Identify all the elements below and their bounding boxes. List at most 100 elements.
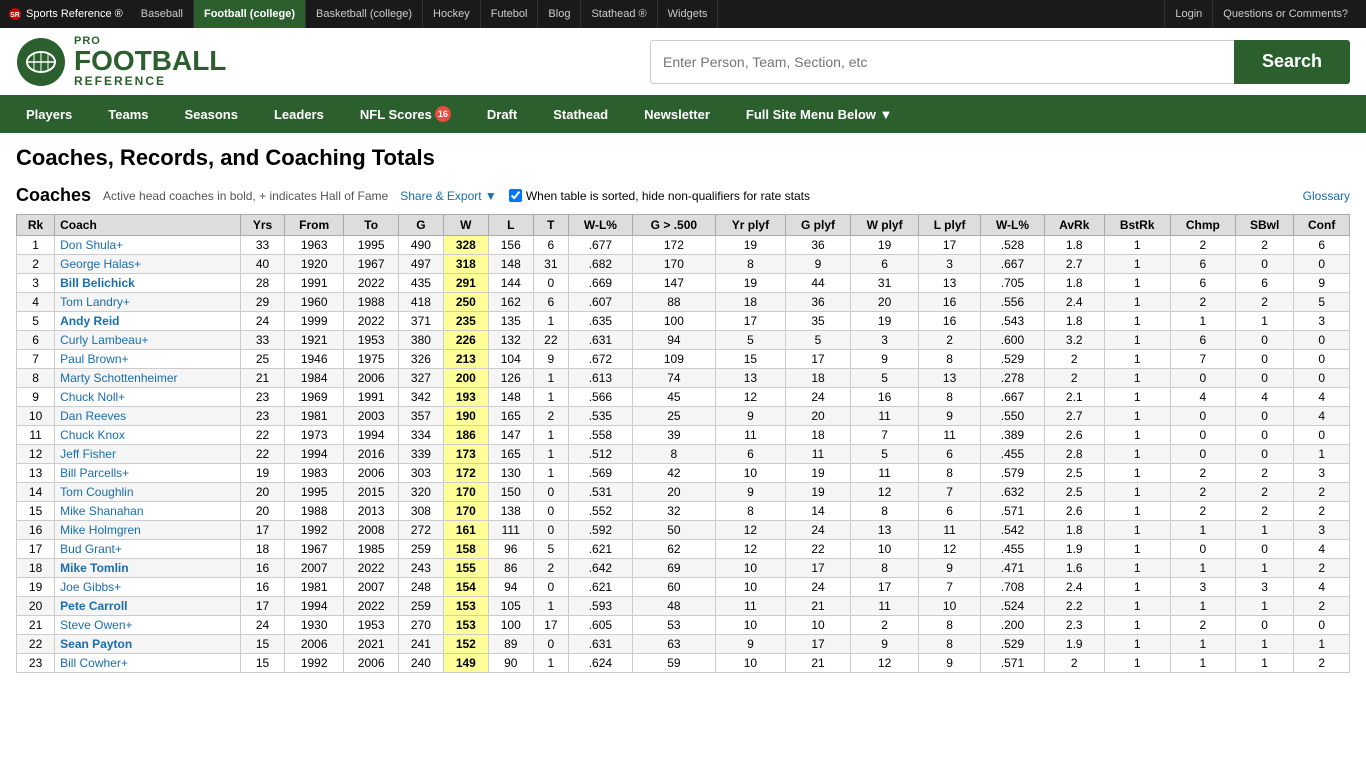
cell-w: 173 <box>443 445 488 464</box>
glossary-link[interactable]: Glossary <box>1303 189 1350 203</box>
coach-link[interactable]: George Halas+ <box>60 257 141 271</box>
main-nav-stathead[interactable]: Stathead <box>535 95 626 133</box>
col-chmp[interactable]: Chmp <box>1170 215 1235 236</box>
coach-link[interactable]: Chuck Noll+ <box>60 390 125 404</box>
cell-w: 170 <box>443 483 488 502</box>
col-g[interactable]: G <box>398 215 443 236</box>
cell-from: 1930 <box>285 616 344 635</box>
coach-link[interactable]: Dan Reeves <box>60 409 126 423</box>
share-export-button[interactable]: Share & Export ▼ <box>400 189 497 203</box>
col-from[interactable]: From <box>285 215 344 236</box>
col-avrk[interactable]: AvRk <box>1044 215 1104 236</box>
cell-avrk: 2.6 <box>1044 502 1104 521</box>
col-wlpct[interactable]: W-L% <box>568 215 632 236</box>
top-nav-basketball-college[interactable]: Basketball (college) <box>306 0 423 28</box>
col-rk[interactable]: Rk <box>17 215 55 236</box>
main-nav-newsletter[interactable]: Newsletter <box>626 95 728 133</box>
table-row: 4 Tom Landry+ 29 1960 1988 418 250 162 6… <box>17 293 1350 312</box>
top-nav-stathead[interactable]: Stathead ® <box>581 0 657 28</box>
cell-yrplyf: 9 <box>715 635 785 654</box>
table-row: 9 Chuck Noll+ 23 1969 1991 342 193 148 1… <box>17 388 1350 407</box>
coach-link[interactable]: Chuck Knox <box>60 428 125 442</box>
cell-gplyf: 20 <box>785 407 850 426</box>
top-nav-questions[interactable]: Questions or Comments? <box>1212 0 1358 28</box>
coaches-section-header: Coaches Active head coaches in bold, + i… <box>16 185 1350 206</box>
coach-link[interactable]: Andy Reid <box>60 314 119 328</box>
coach-link[interactable]: Marty Schottenheimer <box>60 371 177 385</box>
brand-link[interactable]: SR Sports Reference ® <box>8 7 123 21</box>
coach-link[interactable]: Don Shula+ <box>60 238 123 252</box>
hide-nonqualifiers-label: When table is sorted, hide non-qualifier… <box>526 189 810 203</box>
col-to[interactable]: To <box>344 215 399 236</box>
cell-conf: 4 <box>1294 578 1350 597</box>
coach-link[interactable]: Tom Landry+ <box>60 295 130 309</box>
cell-w: 213 <box>443 350 488 369</box>
top-nav-blog[interactable]: Blog <box>538 0 581 28</box>
top-nav-login[interactable]: Login <box>1164 0 1212 28</box>
col-yrplyf[interactable]: Yr plyf <box>715 215 785 236</box>
coach-link[interactable]: Joe Gibbs+ <box>60 580 121 594</box>
coach-link[interactable]: Bill Belichick <box>60 276 135 290</box>
cell-wlpct: .635 <box>568 312 632 331</box>
col-conf[interactable]: Conf <box>1294 215 1350 236</box>
col-yrs[interactable]: Yrs <box>241 215 285 236</box>
top-nav-futebol[interactable]: Futebol <box>481 0 539 28</box>
coach-link[interactable]: Pete Carroll <box>60 599 127 613</box>
top-nav-hockey[interactable]: Hockey <box>423 0 481 28</box>
table-row: 11 Chuck Knox 22 1973 1994 334 186 147 1… <box>17 426 1350 445</box>
coach-link[interactable]: Tom Coughlin <box>60 485 133 499</box>
coach-link[interactable]: Bill Parcells+ <box>60 466 129 480</box>
cell-g: 342 <box>398 388 443 407</box>
col-wplyf[interactable]: W plyf <box>851 215 919 236</box>
col-lplyf[interactable]: L plyf <box>919 215 981 236</box>
col-coach[interactable]: Coach <box>55 215 241 236</box>
main-nav-leaders[interactable]: Leaders <box>256 95 342 133</box>
hide-nonqualifiers-checkbox[interactable] <box>509 189 522 202</box>
main-nav-site-menu[interactable]: Full Site Menu Below ▼ <box>728 95 911 133</box>
col-plyfwlpct[interactable]: W-L% <box>981 215 1045 236</box>
coach-link[interactable]: Bill Cowher+ <box>60 656 128 670</box>
col-gplyf[interactable]: G plyf <box>785 215 850 236</box>
logo-area[interactable]: PRO FOOTBALL REFERENCE <box>16 36 226 87</box>
coach-link[interactable]: Paul Brown+ <box>60 352 128 366</box>
coach-link[interactable]: Mike Tomlin <box>60 561 128 575</box>
main-nav-players[interactable]: Players <box>8 95 90 133</box>
top-nav-baseball[interactable]: Baseball <box>131 0 194 28</box>
cell-g: 490 <box>398 236 443 255</box>
coach-link[interactable]: Jeff Fisher <box>60 447 116 461</box>
cell-plyfwlpct: .200 <box>981 616 1045 635</box>
coach-link[interactable]: Mike Holmgren <box>60 523 141 537</box>
coach-link[interactable]: Bud Grant+ <box>60 542 122 556</box>
cell-plyfwlpct: .543 <box>981 312 1045 331</box>
cell-l: 156 <box>488 236 533 255</box>
coach-link[interactable]: Curly Lambeau+ <box>60 333 148 347</box>
coach-link[interactable]: Steve Owen+ <box>60 618 132 632</box>
cell-chmp: 2 <box>1170 464 1235 483</box>
cell-rk: 8 <box>17 369 55 388</box>
cell-yrplyf: 11 <box>715 426 785 445</box>
cell-chmp: 0 <box>1170 407 1235 426</box>
col-w[interactable]: W <box>443 215 488 236</box>
col-t[interactable]: T <box>533 215 568 236</box>
main-nav-draft[interactable]: Draft <box>469 95 535 133</box>
search-button[interactable]: Search <box>1234 40 1350 84</box>
cell-avrk: 1.8 <box>1044 236 1104 255</box>
main-nav-teams[interactable]: Teams <box>90 95 166 133</box>
coach-link[interactable]: Sean Payton <box>60 637 132 651</box>
cell-yrplyf: 6 <box>715 445 785 464</box>
col-bstrk[interactable]: BstRk <box>1104 215 1170 236</box>
search-input[interactable] <box>650 40 1234 84</box>
top-nav-widgets[interactable]: Widgets <box>658 0 719 28</box>
col-l[interactable]: L <box>488 215 533 236</box>
cell-lplyf: 8 <box>919 464 981 483</box>
col-sbwl[interactable]: SBwl <box>1235 215 1293 236</box>
coach-link[interactable]: Mike Shanahan <box>60 504 143 518</box>
main-nav-nfl-scores[interactable]: NFL Scores16 <box>342 95 469 133</box>
cell-plyfwlpct: .632 <box>981 483 1045 502</box>
cell-wlpct: .535 <box>568 407 632 426</box>
main-nav-seasons[interactable]: Seasons <box>167 95 256 133</box>
cell-bstrk: 1 <box>1104 312 1170 331</box>
col-gover[interactable]: G > .500 <box>632 215 715 236</box>
cell-coach: Bill Belichick <box>55 274 241 293</box>
top-nav-football-college[interactable]: Football (college) <box>194 0 306 28</box>
